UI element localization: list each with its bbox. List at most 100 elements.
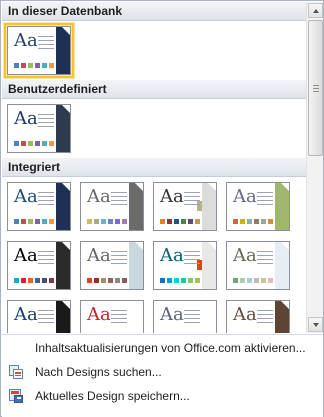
color-swatch bbox=[14, 278, 19, 283]
page-corner bbox=[135, 301, 143, 309]
color-swatch bbox=[21, 278, 26, 283]
gallery-menu: Inhaltsaktualisierungen von Office.com a… bbox=[2, 334, 323, 417]
theme-tile-median[interactable]: Aa bbox=[7, 300, 71, 333]
color-swatch bbox=[174, 219, 179, 224]
theme-sample-text: Aa bbox=[14, 108, 38, 129]
design-gallery-panel: In dieser Datenbank Aa Benutzerdefiniert Aa… bbox=[0, 0, 324, 417]
color-swatch bbox=[181, 278, 186, 283]
theme-tile-current[interactable]: Aa bbox=[4, 23, 74, 78]
theme-sample-text: Aa bbox=[160, 186, 184, 207]
body-text-lines bbox=[111, 192, 127, 208]
color-swatch bbox=[233, 278, 238, 283]
theme-tile-foundry[interactable]: Aa bbox=[226, 241, 290, 290]
theme-tile-equity[interactable]: Aa bbox=[80, 241, 144, 290]
color-swatches bbox=[160, 278, 200, 283]
body-text-lines bbox=[111, 310, 127, 326]
theme-sample-text: Aa bbox=[87, 304, 111, 325]
color-swatch bbox=[174, 278, 179, 283]
color-swatch bbox=[115, 278, 120, 283]
theme-tile-opulent[interactable]: Aa bbox=[226, 300, 290, 333]
theme-sample-text: Aa bbox=[87, 186, 111, 207]
color-swatch bbox=[195, 278, 200, 283]
enable-office-updates-item[interactable]: Inhaltsaktualisierungen von Office.com a… bbox=[2, 338, 323, 359]
color-swatch bbox=[42, 278, 47, 283]
color-swatch bbox=[101, 278, 106, 283]
theme-gallery: In dieser Datenbank Aa Benutzerdefiniert Aa… bbox=[2, 2, 306, 333]
theme-sample-text: Aa bbox=[233, 245, 257, 266]
theme-sample-text: Aa bbox=[233, 304, 257, 325]
body-text-lines bbox=[184, 310, 200, 326]
color-swatch bbox=[115, 219, 120, 224]
save-current-design-item[interactable]: Aktuelles Design speichern... bbox=[2, 386, 323, 407]
color-swatch bbox=[14, 63, 19, 68]
browse-designs-item[interactable]: Nach Designs suchen... bbox=[2, 362, 323, 383]
color-swatch bbox=[42, 219, 47, 224]
color-swatches bbox=[233, 278, 273, 283]
color-swatch bbox=[122, 278, 127, 283]
browse-themes-icon bbox=[8, 364, 24, 380]
color-swatch bbox=[261, 219, 266, 224]
page-corner bbox=[62, 27, 70, 35]
color-swatch bbox=[247, 278, 252, 283]
body-text-lines bbox=[257, 310, 273, 326]
color-swatches bbox=[14, 141, 54, 146]
section-header: Benutzerdefiniert bbox=[2, 80, 306, 99]
theme-sample-text: Aa bbox=[160, 245, 184, 266]
page-corner bbox=[208, 242, 216, 250]
page-corner bbox=[281, 301, 289, 309]
color-swatch bbox=[28, 278, 33, 283]
color-swatch bbox=[35, 63, 40, 68]
color-swatch bbox=[240, 219, 245, 224]
color-swatch bbox=[160, 278, 165, 283]
scroll-up-button[interactable] bbox=[308, 3, 323, 18]
theme-sample-text: Aa bbox=[14, 304, 38, 325]
theme-tile-aspect[interactable]: Aa bbox=[153, 182, 217, 231]
theme-sample-text: Aa bbox=[160, 304, 184, 325]
theme-row: Aa bbox=[2, 99, 306, 158]
scroll-thumb[interactable] bbox=[308, 20, 323, 156]
theme-tile-civic[interactable]: Aa bbox=[226, 182, 290, 231]
color-swatch bbox=[28, 219, 33, 224]
color-swatch bbox=[21, 63, 26, 68]
page-corner bbox=[62, 105, 70, 113]
theme-sample-text: Aa bbox=[87, 245, 111, 266]
color-swatch bbox=[94, 278, 99, 283]
color-swatch bbox=[188, 219, 193, 224]
grip-icon bbox=[313, 85, 319, 94]
color-swatch bbox=[181, 219, 186, 224]
body-text-lines bbox=[184, 251, 200, 267]
color-swatch bbox=[268, 219, 273, 224]
body-text-lines bbox=[184, 192, 200, 208]
theme-tile-custom[interactable]: Aa bbox=[7, 104, 71, 153]
color-swatch bbox=[108, 219, 113, 224]
theme-tile-metro[interactable]: Aa bbox=[80, 300, 144, 333]
color-swatch bbox=[28, 141, 33, 146]
color-swatch bbox=[261, 278, 266, 283]
color-swatches bbox=[87, 219, 127, 224]
color-swatch bbox=[87, 278, 92, 283]
page-corner bbox=[62, 183, 70, 191]
theme-tile-flow[interactable]: Aa bbox=[153, 241, 217, 290]
scroll-down-button[interactable] bbox=[308, 317, 323, 332]
color-swatch bbox=[122, 219, 127, 224]
section-header: In dieser Datenbank bbox=[2, 2, 306, 21]
color-swatch bbox=[49, 63, 54, 68]
color-swatches bbox=[233, 219, 273, 224]
save-current-design-label: Aktuelles Design speichern... bbox=[35, 389, 190, 403]
color-swatch bbox=[21, 141, 26, 146]
color-swatch bbox=[42, 141, 47, 146]
page-corner bbox=[62, 242, 70, 250]
gallery-scrollbar[interactable] bbox=[306, 2, 323, 333]
page-corner bbox=[62, 301, 70, 309]
page-corner bbox=[135, 242, 143, 250]
theme-tile-office[interactable]: Aa bbox=[7, 182, 71, 231]
body-text-lines bbox=[38, 310, 54, 326]
theme-tile-module[interactable]: Aa bbox=[153, 300, 217, 333]
theme-row: Aa bbox=[2, 21, 306, 80]
theme-tile-apex[interactable]: Aa bbox=[80, 182, 144, 231]
chevron-down-icon bbox=[313, 323, 319, 327]
chevron-up-icon bbox=[313, 9, 319, 13]
body-text-lines bbox=[38, 114, 54, 130]
color-swatch bbox=[254, 278, 259, 283]
theme-tile-concourse[interactable]: Aa bbox=[7, 241, 71, 290]
